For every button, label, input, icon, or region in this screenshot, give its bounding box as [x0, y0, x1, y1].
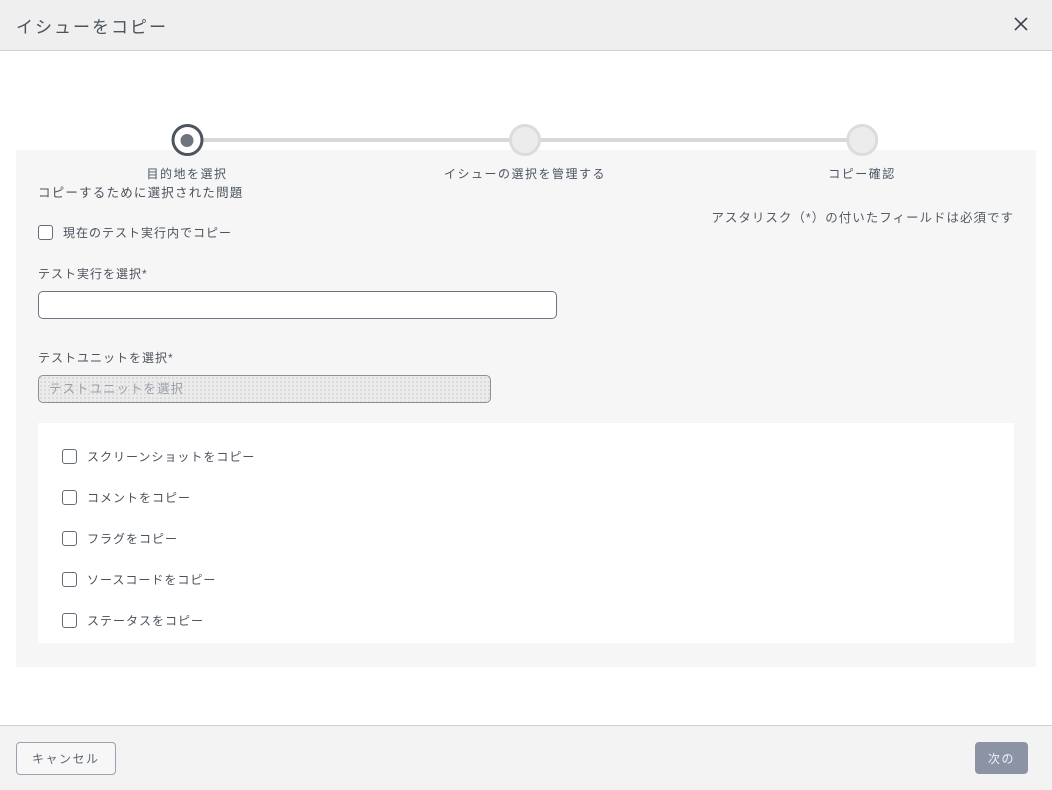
copy-comment-checkbox[interactable]: [62, 490, 77, 505]
test-unit-input[interactable]: [38, 375, 491, 403]
section-title: コピーするために選択された問題: [38, 182, 1014, 201]
copy-flag-label[interactable]: フラグをコピー: [87, 530, 178, 547]
test-run-label: テスト実行を選択*: [38, 265, 1014, 282]
close-button[interactable]: [1008, 12, 1034, 38]
cancel-button[interactable]: キャンセル: [16, 742, 116, 775]
step-label: イシューの選択を管理する: [444, 165, 606, 182]
copy-status-row: ステータスをコピー: [62, 612, 1014, 629]
step-manage-issue-selection[interactable]: イシューの選択を管理する: [444, 124, 606, 182]
copy-status-checkbox[interactable]: [62, 613, 77, 628]
dialog-footer: キャンセル 次の: [0, 725, 1052, 790]
step-circle-active-icon: [171, 124, 203, 156]
step-label: 目的地を選択: [146, 165, 227, 182]
copy-source-code-checkbox[interactable]: [62, 572, 77, 587]
step-circle-icon: [509, 124, 541, 156]
test-run-input[interactable]: [38, 291, 557, 319]
dialog-title: イシューをコピー: [16, 13, 168, 38]
test-unit-label: テストユニットを選択*: [38, 349, 1014, 366]
copy-comment-label[interactable]: コメントをコピー: [87, 489, 191, 506]
current-run-checkbox-row: 現在のテスト実行内でコピー: [38, 224, 1014, 241]
copy-flag-row: フラグをコピー: [62, 530, 1014, 547]
wizard-stepper: 目的地を選択 イシューの選択を管理する コピー確認: [0, 51, 1052, 150]
step-label: コピー確認: [828, 165, 896, 182]
next-button[interactable]: 次の: [975, 742, 1028, 774]
copy-status-label[interactable]: ステータスをコピー: [87, 612, 204, 629]
copy-comment-row: コメントをコピー: [62, 489, 1014, 506]
copy-screenshot-row: スクリーンショットをコピー: [62, 448, 1014, 465]
copy-source-code-label[interactable]: ソースコードをコピー: [87, 571, 216, 588]
step-circle-icon: [846, 124, 878, 156]
dialog-header: イシューをコピー: [0, 0, 1052, 51]
step-select-destination[interactable]: 目的地を選択: [146, 124, 227, 182]
copy-options-panel: スクリーンショットをコピー コメントをコピー フラグをコピー ソースコードをコピ…: [38, 423, 1014, 643]
step-copy-confirm[interactable]: コピー確認: [828, 124, 896, 182]
required-fields-note: アスタリスク（*）の付いたフィールドは必須です: [711, 207, 1014, 226]
x-mark-icon: [1012, 15, 1030, 36]
copy-form-panel: コピーするために選択された問題 アスタリスク（*）の付いたフィールドは必須です …: [16, 150, 1036, 667]
current-run-checkbox-label[interactable]: 現在のテスト実行内でコピー: [63, 224, 232, 241]
copy-screenshot-checkbox[interactable]: [62, 449, 77, 464]
current-run-checkbox[interactable]: [38, 225, 53, 240]
copy-screenshot-label[interactable]: スクリーンショットをコピー: [87, 448, 255, 465]
copy-flag-checkbox[interactable]: [62, 531, 77, 546]
copy-source-code-row: ソースコードをコピー: [62, 571, 1014, 588]
